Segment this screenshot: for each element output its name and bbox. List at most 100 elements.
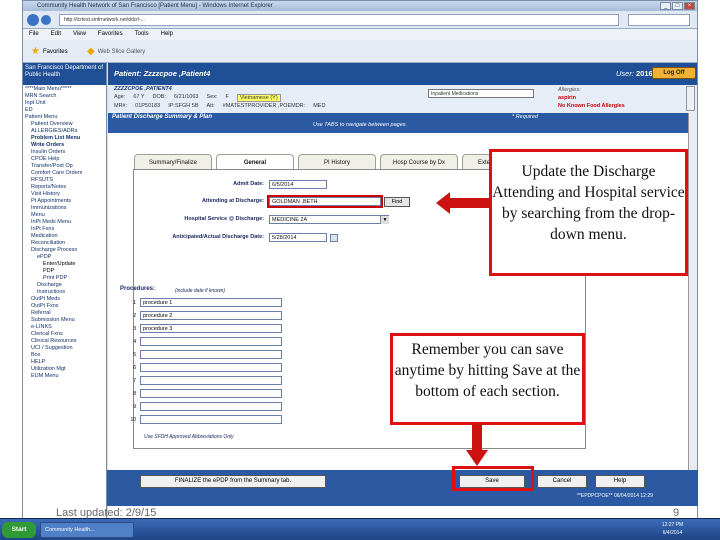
procedure-input[interactable]	[140, 376, 282, 385]
procedure-input[interactable]	[140, 402, 282, 411]
menu-help[interactable]: Help	[161, 29, 173, 40]
dept-value: IP:SFGH 5B	[168, 103, 199, 109]
procedure-input[interactable]: procedure 3	[140, 324, 282, 333]
forward-icon[interactable]	[41, 15, 51, 25]
attending-field[interactable]: GOLDMAN ,BETH	[267, 195, 383, 208]
menu-edit[interactable]: Edit	[51, 29, 61, 40]
taskbar-item[interactable]: Community Health...	[40, 522, 134, 538]
cancel-button[interactable]: Cancel	[537, 475, 587, 488]
sidebar-item[interactable]: Pt Appointments	[25, 198, 106, 205]
sidebar-item[interactable]: Menu	[25, 212, 106, 219]
sidebar-item[interactable]: CPOE Help	[25, 156, 106, 163]
sidebar-item[interactable]: Insulin Orders	[25, 149, 106, 156]
procedure-input[interactable]: procedure 2	[140, 311, 282, 320]
sidebar-item[interactable]: MRN Search	[25, 93, 106, 100]
sidebar-item[interactable]: Utilization Mgt	[25, 366, 106, 373]
sidebar-item[interactable]: Box	[25, 352, 106, 359]
tabs-hint: Use TABS to navigate between pages.	[313, 122, 408, 128]
start-button[interactable]: Start	[2, 522, 36, 538]
sidebar-item[interactable]: Problem List Menu	[25, 135, 106, 142]
favorites-button[interactable]: ★ Favorites	[31, 46, 68, 57]
discharge-date-value[interactable]: 5/28/2014	[269, 233, 327, 242]
sidebar-item[interactable]: OutPt Fxns	[25, 303, 106, 310]
last-updated: Last updated: 2/9/15	[56, 507, 157, 519]
sidebar-item[interactable]: Instructions	[25, 289, 106, 296]
sidebar-item[interactable]: Inpt Unit	[25, 100, 106, 107]
log-off-button[interactable]: Log Off	[652, 67, 696, 79]
sidebar-item[interactable]: Clerical Fxns	[25, 331, 106, 338]
section-header: Patient Discharge Summary & Plan Use TAB…	[108, 113, 697, 133]
att-value: #MATESTPROVIDER ,POEMDR:	[222, 103, 306, 109]
sidebar-item[interactable]: Patient Menu	[25, 114, 106, 121]
sidebar-item[interactable]: ePDP	[25, 254, 106, 261]
procedure-input[interactable]	[140, 389, 282, 398]
find-button[interactable]: Find	[384, 197, 410, 207]
sidebar-item[interactable]: InPt Meds Menu	[25, 219, 106, 226]
procedure-row: 6	[130, 363, 282, 372]
sidebar-item[interactable]: EUM Menu	[25, 373, 106, 380]
url-field[interactable]: http://lcrtest.smfrnetwork.net/ddcrl-...	[59, 14, 619, 26]
sidebar-item[interactable]: Print PDP	[25, 275, 106, 282]
sidebar-item[interactable]: Discharge	[25, 282, 106, 289]
sidebar-item[interactable]: ALLERGIES/ADRs	[25, 128, 106, 135]
menu-file[interactable]: File	[29, 29, 39, 40]
menu-favorites[interactable]: Favorites	[98, 29, 123, 40]
sidebar-item[interactable]: Enter/Update	[25, 261, 106, 268]
sidebar-item[interactable]: Immunizations	[25, 205, 106, 212]
procedure-row: 5	[130, 350, 282, 359]
tab-general[interactable]: General	[216, 154, 294, 170]
browser-search-field[interactable]	[628, 14, 690, 26]
menu-tools[interactable]: Tools	[135, 29, 149, 40]
sidebar-item[interactable]: Reconciliation	[25, 240, 106, 247]
sidebar-item[interactable]: RFSUTS	[25, 177, 106, 184]
calendar-icon[interactable]	[330, 234, 338, 242]
sidebar-item[interactable]: OutPt Meds	[25, 296, 106, 303]
taskbar: Start Community Health... 12:27 PM 6/4/2…	[0, 518, 720, 540]
chevron-down-icon[interactable]: ▼	[380, 216, 389, 224]
sidebar-item[interactable]: ED	[25, 107, 106, 114]
close-button[interactable]: ×	[684, 2, 695, 10]
procedure-input[interactable]	[140, 363, 282, 372]
sidebar-item[interactable]: PDP	[25, 268, 106, 275]
tab-summary-finalize[interactable]: Summary/Finalize	[134, 154, 212, 170]
procedure-input[interactable]: procedure 1	[140, 298, 282, 307]
sidebar-item[interactable]: UCI / Suggestion	[25, 345, 106, 352]
procedure-number: 6	[133, 364, 136, 371]
finalize-button[interactable]: FINALIZE the ePDP from the Summary tab.	[140, 475, 326, 488]
procedure-input[interactable]	[140, 337, 282, 346]
help-button[interactable]: Help	[595, 475, 645, 488]
sidebar-item[interactable]: Discharge Process	[25, 247, 106, 254]
tab-hosp-course[interactable]: Hosp Course by Dx	[380, 154, 458, 170]
sidebar-item[interactable]: Referral	[25, 310, 106, 317]
sidebar-item[interactable]: e-LINKS	[25, 324, 106, 331]
menu-view[interactable]: View	[73, 29, 86, 40]
sidebar-header: San Francisco Department of Public Healt…	[23, 63, 106, 85]
sidebar-item[interactable]: Reports/Notes	[25, 184, 106, 191]
main-scrollbar[interactable]	[688, 113, 697, 473]
demographics-scrollbar[interactable]	[686, 86, 695, 111]
maximize-button[interactable]: □	[672, 2, 683, 10]
procedure-row: 1 procedure 1	[130, 298, 282, 307]
hospital-service-select[interactable]: MEDICINE 2A	[269, 215, 389, 224]
sidebar-item[interactable]: Clinical Resources	[25, 338, 106, 345]
admit-date-label: Admit Date:	[233, 181, 264, 187]
sidebar-item[interactable]: Patient Overview	[25, 121, 106, 128]
sidebar-item[interactable]: Comfort Care Orders	[25, 170, 106, 177]
module-select[interactable]: Inpatient Medications	[428, 89, 534, 98]
procedure-input[interactable]	[140, 415, 282, 424]
sidebar-item[interactable]: Visit History	[25, 191, 106, 198]
sidebar-item[interactable]: Write Orders	[25, 142, 106, 149]
sidebar-item[interactable]: HELP	[25, 359, 106, 366]
sidebar-item[interactable]: InPt Fxns	[25, 226, 106, 233]
tab-pi-history[interactable]: PI History	[298, 154, 376, 170]
page-number: 9	[673, 507, 680, 519]
minimize-button[interactable]: _	[660, 2, 671, 10]
sidebar-item[interactable]: ****Main Menu*****	[25, 86, 106, 93]
sidebar-item[interactable]: Transfer/Post Op	[25, 163, 106, 170]
sidebar-item[interactable]: Submission Menu	[25, 317, 106, 324]
procedure-number: 5	[133, 351, 136, 358]
procedure-input[interactable]	[140, 350, 282, 359]
back-icon[interactable]	[27, 14, 39, 26]
web-slice-gallery-link[interactable]: ◆ Web Slice Gallery	[87, 46, 145, 57]
sidebar-item[interactable]: Medication	[25, 233, 106, 240]
